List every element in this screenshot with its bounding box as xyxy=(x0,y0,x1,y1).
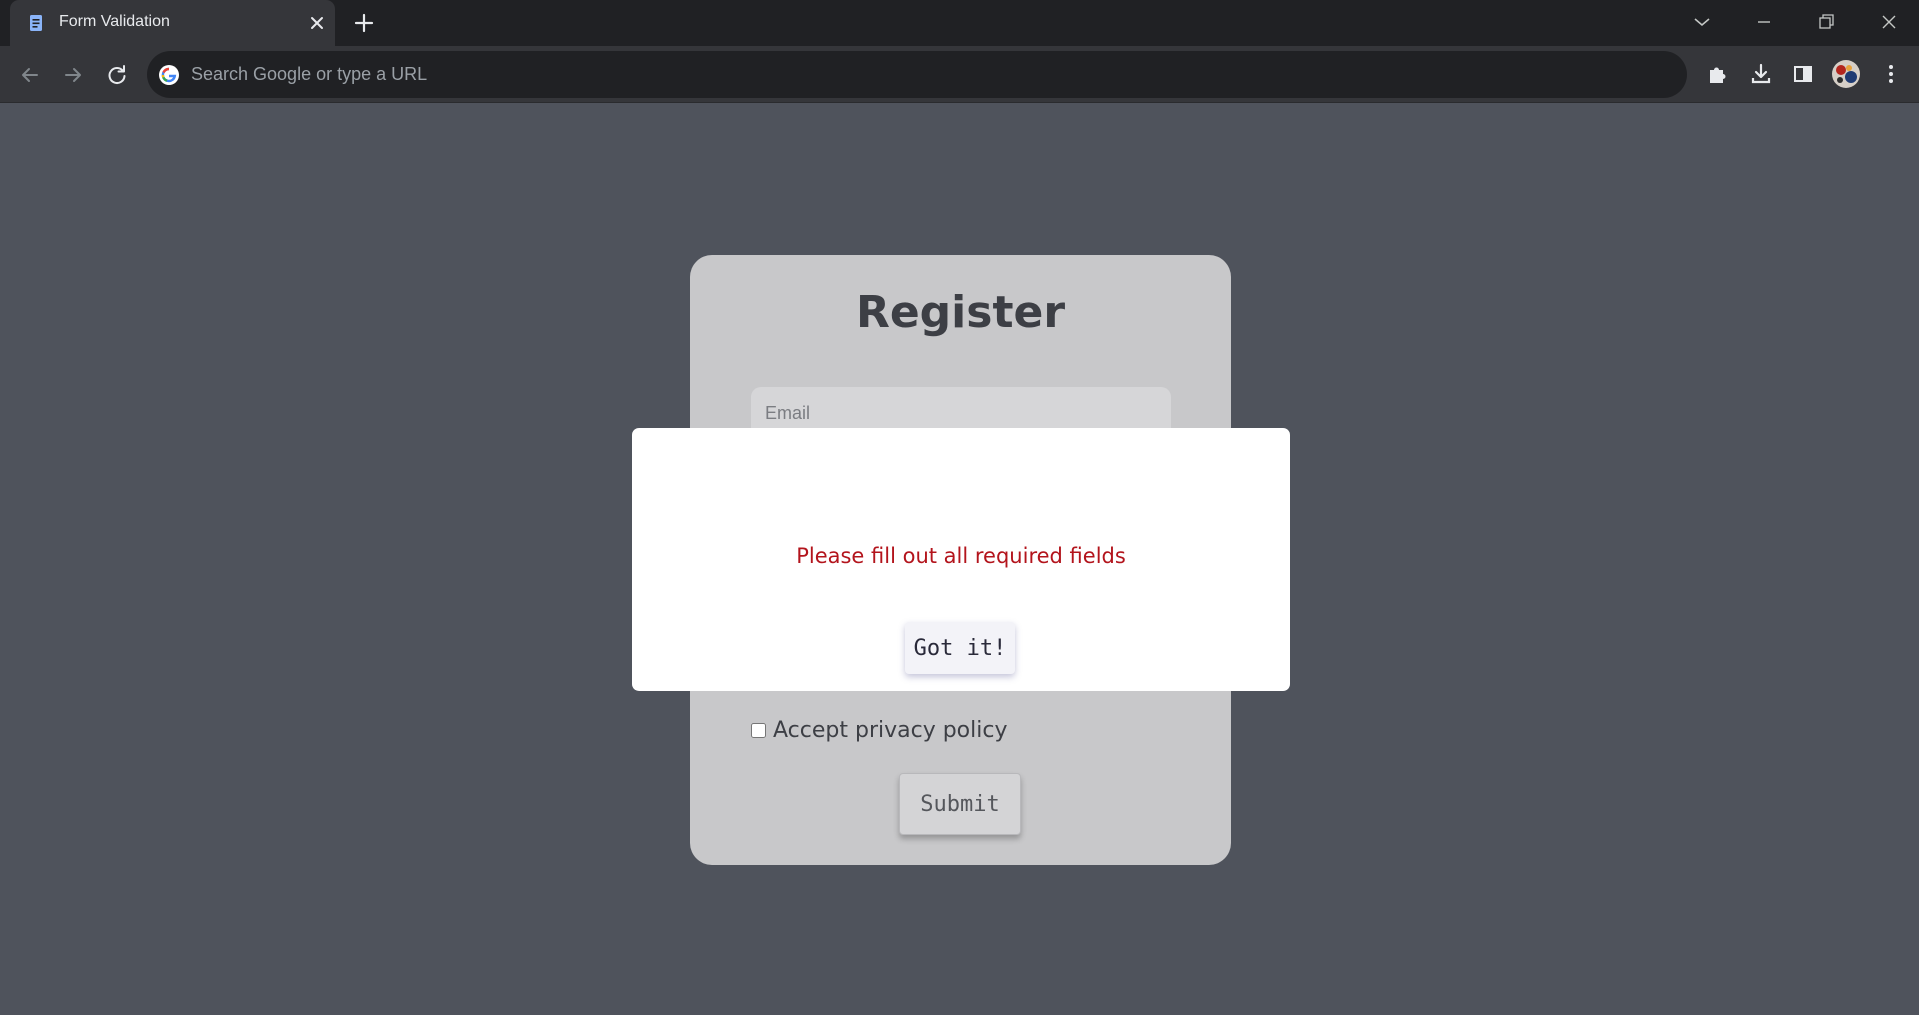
error-message: Please fill out all required fields xyxy=(796,544,1126,568)
reload-icon[interactable] xyxy=(102,60,132,90)
chevron-down-icon[interactable] xyxy=(1687,8,1717,36)
tab-title: Form Validation xyxy=(59,13,170,30)
privacy-policy-row[interactable]: Accept privacy policy xyxy=(751,715,1007,745)
browser-tab[interactable]: Form Validation xyxy=(10,0,335,46)
close-icon[interactable] xyxy=(306,12,328,34)
download-icon[interactable] xyxy=(1746,59,1776,89)
puzzle-icon[interactable] xyxy=(1702,59,1732,89)
omnibox[interactable] xyxy=(147,51,1687,98)
document-icon xyxy=(30,15,42,31)
address-input[interactable] xyxy=(191,51,1671,98)
tab-strip: Form Validation xyxy=(0,0,1919,46)
google-logo-icon xyxy=(159,65,179,85)
restore-icon[interactable] xyxy=(1811,8,1841,36)
validation-modal: Please fill out all required fields Got … xyxy=(632,428,1290,691)
privacy-label: Accept privacy policy xyxy=(773,717,1008,743)
page-title: Register xyxy=(855,287,1066,338)
browser-toolbar xyxy=(0,46,1919,103)
minimize-icon[interactable] xyxy=(1749,8,1779,36)
side-panel-icon[interactable] xyxy=(1788,59,1818,89)
kebab-menu-icon[interactable] xyxy=(1876,59,1906,89)
arrow-left-icon[interactable] xyxy=(15,60,45,90)
submit-button[interactable]: Submit xyxy=(899,773,1021,835)
window-close-icon[interactable] xyxy=(1874,8,1904,36)
privacy-checkbox[interactable] xyxy=(751,722,766,738)
got-it-button[interactable]: Got it! xyxy=(905,622,1015,674)
arrow-right-icon[interactable] xyxy=(58,60,88,90)
avatar[interactable] xyxy=(1831,59,1861,89)
new-tab-icon[interactable] xyxy=(352,11,376,35)
